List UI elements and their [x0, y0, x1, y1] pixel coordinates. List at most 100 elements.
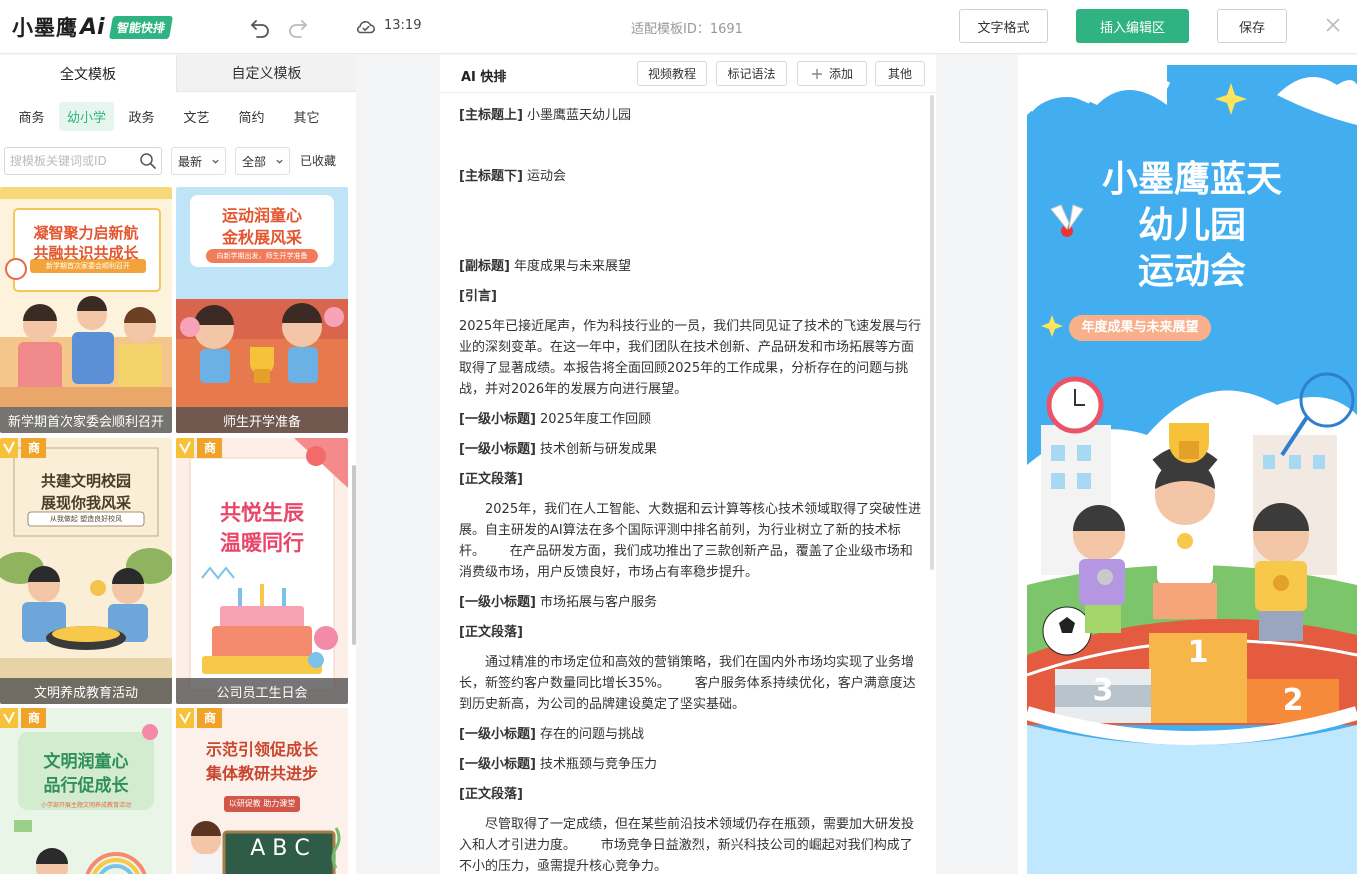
poster-title: 小墨鹰蓝天 幼儿园 运动会: [1101, 159, 1282, 292]
ai-layout-editor: AI 快排 视频教程 标记语法 添加 其他 [主标题上] 小墨鹰蓝天幼儿园 [主标…: [440, 55, 936, 874]
save-button[interactable]: 保存: [1217, 9, 1287, 43]
card-title: 共悦生辰 温暖同行: [220, 501, 304, 555]
card-subtitle: 以研促教 助力课堂: [228, 799, 296, 808]
markup-line: [一级小标题] 技术创新与研发成果: [459, 439, 923, 460]
add-button-label: 添加: [828, 67, 853, 81]
category-bar: 商务 幼小学 政务 文艺 简约 其它: [4, 102, 354, 132]
card-caption: 公司员工生日会: [176, 678, 348, 704]
markup-line: [副标题] 年度成果与未来展望: [459, 256, 923, 277]
editor-header: AI 快排 视频教程 标记语法 添加 其他: [440, 55, 936, 93]
markup-tag: [一级小标题]: [459, 595, 536, 610]
category-other[interactable]: 其它: [279, 102, 334, 131]
tab-full-templates[interactable]: 全文模板: [0, 55, 176, 92]
markup-syntax-button[interactable]: 标记语法: [716, 61, 787, 86]
category-simple[interactable]: 简约: [224, 102, 279, 131]
tab-custom-templates[interactable]: 自定义模板: [176, 55, 356, 92]
markup-text: 技术创新与研发成果: [535, 442, 658, 457]
markup-text: 2025年已接近尾声，作为科技行业的一员，我们共同见证了技术的飞速发展与行业的深…: [459, 319, 922, 397]
category-government[interactable]: 政务: [114, 102, 169, 131]
search-icon[interactable]: [139, 152, 157, 170]
card-title: 示范引领促成长 集体教研共进步: [205, 740, 318, 783]
markup-text: 通过精准的市场定位和高效的营销策略，我们在国内外市场均实现了业务增长，新签约客户…: [459, 655, 916, 712]
range-select[interactable]: 全部: [235, 147, 290, 175]
card-title: 运动润童心 金秋展风采: [221, 206, 302, 247]
chevron-down-icon: [212, 159, 219, 164]
category-business[interactable]: 商务: [4, 102, 59, 131]
card-title: 共建文明校园 展现你我风采: [40, 472, 131, 512]
add-button[interactable]: 添加: [797, 61, 867, 86]
text-format-button[interactable]: 文字格式: [959, 9, 1048, 43]
template-id: 适配模板ID：1691: [631, 22, 743, 37]
template-card[interactable]: 商 示范引领促成长 集体教研共进步 以研促教 助力课堂 A B C: [176, 708, 348, 874]
logo-badge: 智能快排: [108, 15, 173, 39]
category-arts[interactable]: 文艺: [169, 102, 224, 131]
poster-preview: 小墨鹰蓝天 幼儿园 运动会 年度成果与未来展望 1 2 3: [1027, 65, 1357, 874]
template-card[interactable]: 商 共悦生辰 温暖同行 公司员工生日会: [176, 438, 348, 704]
insert-editor-button[interactable]: 插入编辑区: [1076, 9, 1189, 43]
markup-tag: [正文段落]: [459, 472, 523, 487]
sort-select[interactable]: 最新: [171, 147, 226, 175]
markup-text: 年度成果与未来展望: [509, 259, 632, 274]
markup-line: [正文段落]: [459, 622, 923, 643]
template-scrollbar[interactable]: [352, 465, 356, 645]
board-text: A B C: [250, 836, 310, 861]
template-panel: 全文模板 自定义模板 商务 幼小学 政务 文艺 简约 其它 最新 全部 已收藏: [0, 55, 356, 874]
markup-tag: [一级小标题]: [459, 442, 536, 457]
template-thumbnail: [176, 438, 348, 704]
commercial-badge: 商: [27, 441, 40, 455]
markup-line: [主标题下] 运动会: [459, 166, 923, 187]
card-caption: 师生开学准备: [176, 407, 348, 433]
podium-second: 2: [1282, 683, 1304, 718]
markup-text: 尽管取得了一定成绩，但在某些前沿技术领域仍存在瓶颈，需要加大研发投入和人才引进力…: [459, 817, 915, 874]
logo-text: 小墨鹰: [12, 16, 78, 40]
markup-text: 小墨鹰蓝天幼儿园: [522, 108, 632, 123]
markup-text: 2025年，我们在人工智能、大数据和云计算等核心技术领域取得了突破性进展。自主研…: [459, 502, 922, 580]
chevron-down-icon: [276, 159, 283, 164]
redo-icon[interactable]: [286, 15, 310, 39]
video-tutorial-button[interactable]: 视频教程: [637, 61, 707, 86]
search-input[interactable]: [5, 148, 135, 174]
template-card[interactable]: 凝智聚力启新航 共融共识共成长 新学期首次家委会顺利召开 新学期首次家委会顺利召…: [0, 187, 172, 433]
markup-line: [正文段落]: [459, 784, 923, 805]
card-subtitle: 小学部开展主题文明养成教育活动: [40, 802, 131, 809]
markup-line: [正文段落]: [459, 469, 923, 490]
plus-icon: [811, 68, 822, 79]
app-logo: 小墨鹰 Ai 智能快排: [12, 13, 173, 41]
close-icon[interactable]: [1325, 17, 1341, 33]
range-select-value: 全部: [242, 154, 267, 169]
markup-line: 尽管取得了一定成绩，但在某些前沿技术领域仍存在瓶颈，需要加大研发投入和人才引进力…: [459, 814, 923, 874]
category-school[interactable]: 幼小学: [59, 102, 114, 131]
template-tabs: 全文模板 自定义模板: [0, 55, 356, 92]
template-search: [4, 147, 162, 175]
other-button[interactable]: 其他: [875, 61, 925, 86]
commercial-badge: 商: [203, 441, 216, 455]
editor-scrollbar[interactable]: [930, 95, 934, 570]
template-card[interactable]: 运动润童心 金秋展风采 向新学期出发，师生开学准备 师生开学准备: [176, 187, 348, 433]
commercial-badge: 商: [27, 711, 40, 725]
favorites-link[interactable]: 已收藏: [300, 152, 336, 169]
markup-text-area[interactable]: [主标题上] 小墨鹰蓝天幼儿园 [主标题下] 运动会 [副标题] 年度成果与未来展望…: [459, 105, 923, 874]
markup-line: [引言]: [459, 286, 923, 307]
markup-text: 市场拓展与客户服务: [535, 595, 658, 610]
markup-line: [一级小标题] 存在的问题与挑战: [459, 724, 923, 745]
undo-icon[interactable]: [248, 15, 272, 39]
markup-text: 运动会: [522, 169, 567, 184]
markup-line: [一级小标题] 2025年度工作回顾: [459, 409, 923, 430]
card-caption: 文明养成教育活动: [0, 678, 172, 704]
logo-ai: Ai: [80, 14, 105, 40]
markup-tag: [正文段落]: [459, 625, 523, 640]
markup-tag: [副标题]: [459, 259, 510, 274]
card-subtitle: 新学期首次家委会顺利召开: [46, 262, 130, 270]
markup-tag: [一级小标题]: [459, 727, 536, 742]
template-card[interactable]: 商 文明润童心 品行促成长 小学部开展主题文明养成教育活动: [0, 708, 172, 874]
markup-line: 2025年已接近尾声，作为科技行业的一员，我们共同见证了技术的飞速发展与行业的深…: [459, 316, 923, 400]
template-card[interactable]: 商 共建文明校园 展现你我风采 从我做起 塑造良好校风 文明养成教育活动: [0, 438, 172, 704]
markup-line: [一级小标题] 技术瓶颈与竞争压力: [459, 754, 923, 775]
markup-line: 2025年，我们在人工智能、大数据和云计算等核心技术领域取得了突破性进展。自主研…: [459, 499, 923, 583]
markup-line: [主标题上] 小墨鹰蓝天幼儿园: [459, 105, 923, 126]
markup-text: 2025年度工作回顾: [535, 412, 652, 427]
markup-line: [一级小标题] 市场拓展与客户服务: [459, 592, 923, 613]
save-time: 13:19: [384, 18, 422, 33]
template-grid: 凝智聚力启新航 共融共识共成长 新学期首次家委会顺利召开 新学期首次家委会顺利召…: [0, 187, 356, 874]
card-subtitle: 向新学期出发，师生开学准备: [216, 252, 308, 260]
